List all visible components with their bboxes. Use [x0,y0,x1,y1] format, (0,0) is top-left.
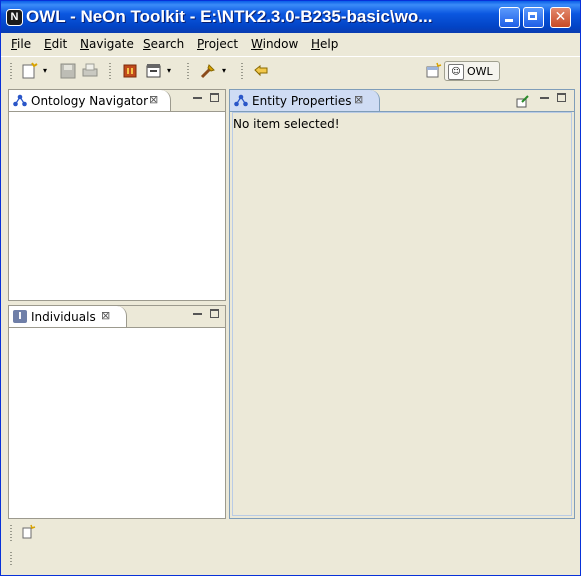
menu-window[interactable]: Window [251,37,298,51]
menu-project[interactable]: Project [197,37,238,51]
close-button[interactable]: ✕ [550,7,571,28]
individual-icon: I [13,310,27,323]
stop-icon[interactable] [121,62,139,80]
close-icon[interactable]: ⊠ [149,93,158,106]
menu-mnemonic: P [197,37,205,51]
menu-mnemonic: W [251,37,263,51]
tool-icon[interactable] [199,62,217,80]
tab-label: Individuals [31,310,96,324]
maximize-view-icon[interactable] [210,93,219,102]
menu-label: ile [17,37,32,51]
individuals-view: I Individuals ⊠ [8,305,226,519]
toolbar-grip[interactable] [10,63,12,79]
new-wizard-icon[interactable] [21,62,39,80]
toolbar-grip[interactable] [241,63,243,79]
menu-edit[interactable]: Edit [44,37,67,51]
menu-label: avigate [88,37,134,51]
minimize-view-icon[interactable] [540,93,549,102]
save-icon [59,62,77,80]
entity-properties-view: Entity Properties ⊠ No item selected! [229,89,575,519]
perspective-label: OWL [467,65,493,78]
minimize-icon [500,8,519,27]
menu-file[interactable]: File [11,37,31,51]
tab-label: Ontology Navigator [31,94,149,108]
pin-editor-icon[interactable] [516,94,530,108]
back-icon[interactable] [252,62,270,80]
tool-dropdown-icon[interactable]: ▾ [222,66,226,75]
open-perspective-icon[interactable] [424,62,442,80]
menu-label: dit [51,37,68,51]
app-window: N OWL - NeOn Toolkit - E:\NTK2.3.0-B235-… [0,0,581,576]
menu-mnemonic: N [80,37,89,51]
menu-mnemonic: H [311,37,321,51]
tab-individuals[interactable]: I Individuals ⊠ [9,306,127,327]
title-bar[interactable]: N OWL - NeOn Toolkit - E:\NTK2.3.0-B235-… [1,1,580,33]
menu-bar: File Edit Navigate Search Project Window… [1,34,580,54]
menu-label: roject [204,37,239,51]
maximize-icon [524,8,543,27]
tab-ontology-navigator[interactable]: Ontology Navigator ⊠ [9,90,171,111]
maximize-view-icon[interactable] [557,93,566,102]
status-bar [1,520,580,575]
hierarchy-icon [234,94,248,107]
minimize-button[interactable] [499,7,520,28]
empty-selection-message: No item selected! [233,117,340,131]
maximize-view-icon[interactable] [210,309,219,318]
menu-mnemonic: S [143,37,151,51]
menu-search[interactable]: Search [143,37,184,51]
tab-entity-properties[interactable]: Entity Properties ⊠ [230,90,380,111]
minimize-view-icon[interactable] [193,309,202,318]
ontology-navigator-view: Ontology Navigator ⊠ [8,89,226,301]
status-grip [10,552,12,566]
run-dropdown-icon[interactable]: ▾ [167,66,171,75]
menu-help[interactable]: Help [311,37,338,51]
close-icon[interactable]: ⊠ [354,93,363,106]
menu-mnemonic: E [44,37,52,51]
view-tabbar: Entity Properties ⊠ [230,90,574,112]
hierarchy-icon [13,94,27,107]
close-icon: ✕ [554,9,567,25]
menu-label: elp [320,37,339,51]
toolbar-grip[interactable] [187,63,189,79]
view-tabbar: I Individuals ⊠ [9,306,225,328]
owl-perspective-icon: ☺ [448,64,464,80]
minimize-view-icon[interactable] [193,93,202,102]
trim-grip[interactable] [10,525,12,541]
entity-properties-content: No item selected! [232,112,572,516]
toolbar-grip[interactable] [109,63,111,79]
maximize-button[interactable] [523,7,544,28]
fast-view-icon[interactable] [21,524,37,540]
run-icon[interactable] [145,62,163,80]
menu-label: indow [262,37,299,51]
view-tabbar: Ontology Navigator ⊠ [9,90,225,112]
window-title: OWL - NeOn Toolkit - E:\NTK2.3.0-B235-ba… [26,7,433,26]
menu-navigate[interactable]: Navigate [80,37,134,51]
perspective-owl-button[interactable]: ☺ OWL [444,61,500,81]
new-dropdown-icon[interactable]: ▾ [43,66,47,75]
neon-app-icon: N [6,9,23,26]
menu-label: earch [150,37,185,51]
tab-label: Entity Properties [252,94,352,108]
close-icon[interactable]: ⊠ [101,309,110,322]
print-icon [81,62,99,80]
